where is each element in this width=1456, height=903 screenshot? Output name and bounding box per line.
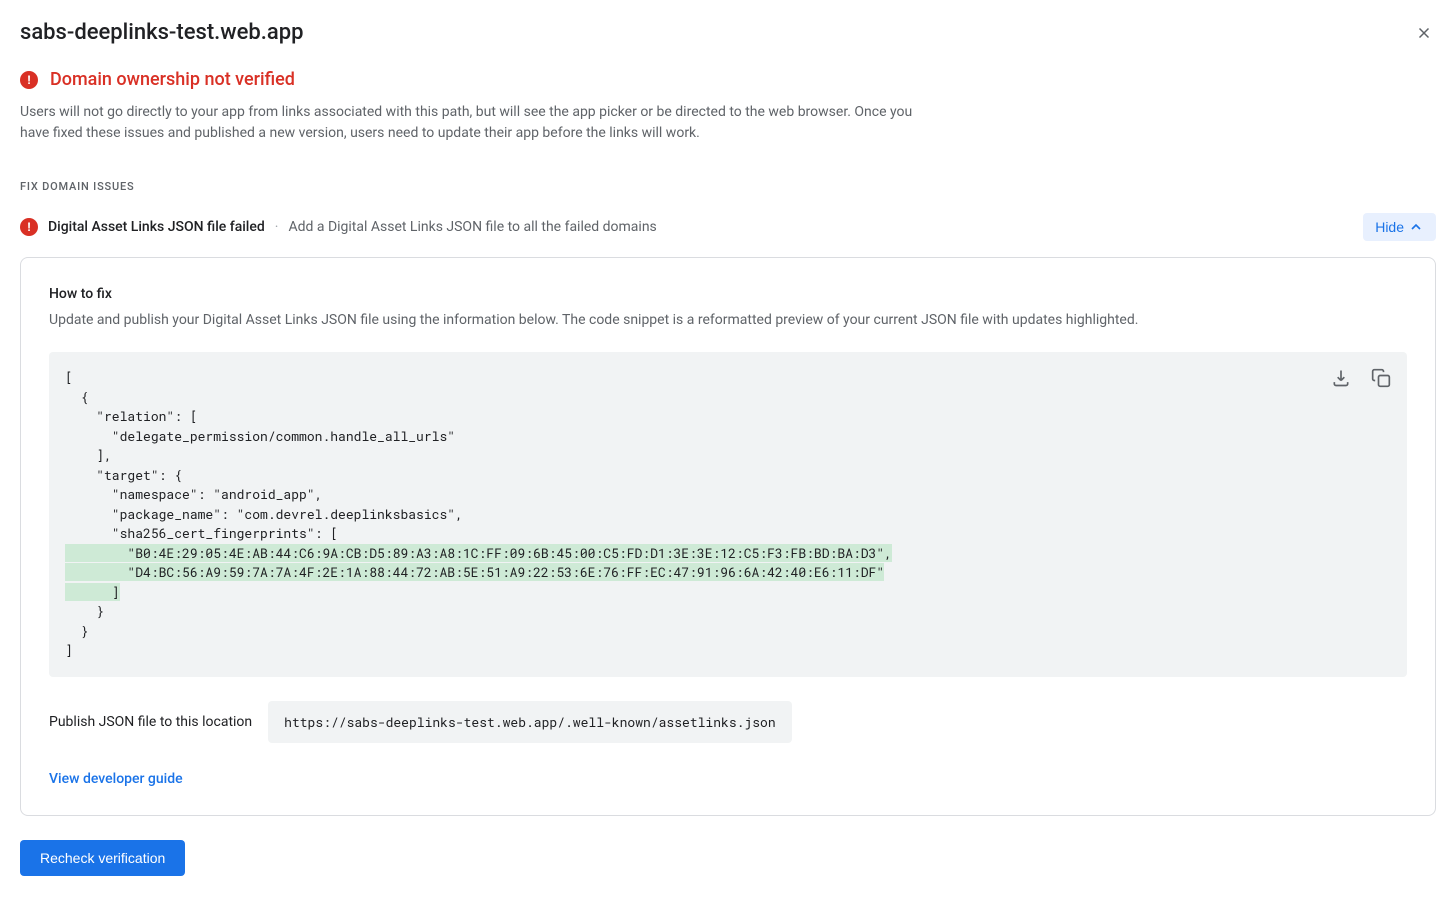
code-block: [ { "relation": [ "delegate_permission/c… (49, 352, 1407, 677)
issue-row: ! Digital Asset Links JSON file failed ·… (20, 213, 1436, 241)
copy-icon (1371, 368, 1391, 388)
separator: · (275, 219, 279, 235)
copy-button[interactable] (1371, 368, 1391, 388)
page-title: sabs-deeplinks-test.web.app (20, 20, 303, 45)
hide-button[interactable]: Hide (1363, 213, 1436, 241)
close-icon (1415, 24, 1433, 42)
download-button[interactable] (1331, 368, 1351, 388)
issue-title: Digital Asset Links JSON file failed (48, 219, 265, 235)
code-content: [ { "relation": [ "delegate_permission/c… (65, 368, 1391, 661)
error-icon: ! (20, 218, 38, 236)
alert-title: Domain ownership not verified (50, 69, 295, 90)
fix-card: How to fix Update and publish your Digit… (20, 257, 1436, 816)
section-label: FIX DOMAIN ISSUES (20, 180, 1436, 193)
developer-guide-link[interactable]: View developer guide (49, 771, 183, 787)
error-icon: ! (20, 71, 38, 89)
how-to-fix-title: How to fix (49, 286, 1407, 302)
code-highlight: "D4:BC:56:A9:59:7A:7A:4F:2E:1A:88:44:72:… (65, 563, 884, 581)
code-highlight: "B0:4E:29:05:4E:AB:44:C6:9A:CB:D5:89:A3:… (65, 544, 892, 562)
publish-label: Publish JSON file to this location (49, 714, 252, 730)
recheck-verification-button[interactable]: Recheck verification (20, 840, 185, 876)
issue-subtitle: Add a Digital Asset Links JSON file to a… (288, 219, 656, 235)
publish-url: https://sabs-deeplinks-test.web.app/.wel… (268, 701, 791, 743)
alert-description: Users will not go directly to your app f… (20, 102, 920, 144)
close-button[interactable] (1412, 21, 1436, 45)
hide-label: Hide (1375, 219, 1404, 235)
download-icon (1331, 368, 1351, 388)
how-to-fix-description: Update and publish your Digital Asset Li… (49, 312, 1407, 328)
code-highlight: ] (65, 583, 120, 601)
chevron-up-icon (1408, 219, 1424, 235)
